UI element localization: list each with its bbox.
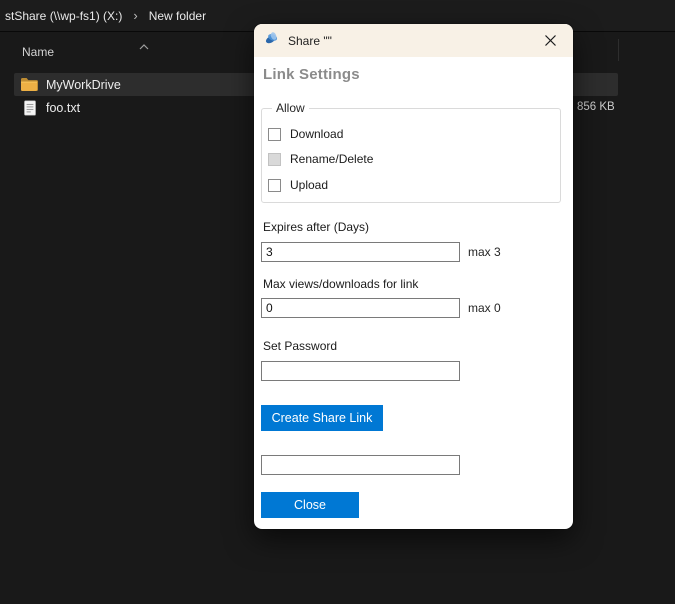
upload-checkbox-label: Upload (290, 178, 328, 192)
rename-delete-checkbox-label: Rename/Delete (290, 152, 373, 166)
expires-label: Expires after (Days) (263, 220, 369, 234)
file-name-label: MyWorkDrive (46, 78, 121, 92)
share-dialog: Share "" Link Settings Allow Download Re… (254, 24, 573, 529)
dialog-titlebar[interactable]: Share "" (254, 24, 573, 57)
column-header-name[interactable]: Name (22, 45, 54, 59)
breadcrumb-path-segment[interactable]: stShare (\\wp-fs1) (X:) (2, 8, 125, 24)
expires-max-hint: max 3 (468, 245, 501, 259)
link-settings-heading: Link Settings (263, 66, 360, 83)
max-views-input[interactable] (261, 298, 460, 318)
allow-legend: Allow (272, 101, 309, 115)
download-checkbox-label: Download (290, 127, 343, 141)
download-checkbox[interactable] (268, 128, 281, 141)
file-size-label: 856 KB (577, 101, 615, 113)
file-name-label: foo.txt (46, 101, 80, 115)
column-separator[interactable] (618, 39, 619, 61)
max-views-label: Max views/downloads for link (263, 277, 418, 291)
checkbox-row-upload: Upload (268, 177, 328, 193)
dialog-title: Share "" (288, 34, 332, 48)
expires-input[interactable] (261, 242, 460, 262)
share-link-output-input[interactable] (261, 455, 460, 475)
sort-ascending-icon (138, 38, 150, 46)
checkbox-row-download: Download (268, 126, 343, 142)
chevron-right-icon: › (133, 9, 137, 22)
breadcrumb-current-segment[interactable]: New folder (146, 8, 209, 24)
upload-checkbox[interactable] (268, 179, 281, 192)
max-views-max-hint: max 0 (468, 301, 501, 315)
checkbox-row-rename-delete: Rename/Delete (268, 151, 373, 167)
myworkdrive-share-icon (264, 30, 280, 51)
explorer-window: stShare (\\wp-fs1) (X:) › New folder Nam… (0, 0, 675, 604)
text-file-icon (20, 100, 38, 116)
folder-icon (20, 77, 38, 93)
allow-groupbox: Allow Download Rename/Delete Upload (261, 108, 561, 203)
rename-delete-checkbox (268, 153, 281, 166)
password-input[interactable] (261, 361, 460, 381)
create-share-link-button[interactable]: Create Share Link (261, 405, 383, 431)
close-button[interactable]: Close (261, 492, 359, 518)
close-icon[interactable] (537, 28, 563, 54)
password-label: Set Password (263, 339, 337, 353)
